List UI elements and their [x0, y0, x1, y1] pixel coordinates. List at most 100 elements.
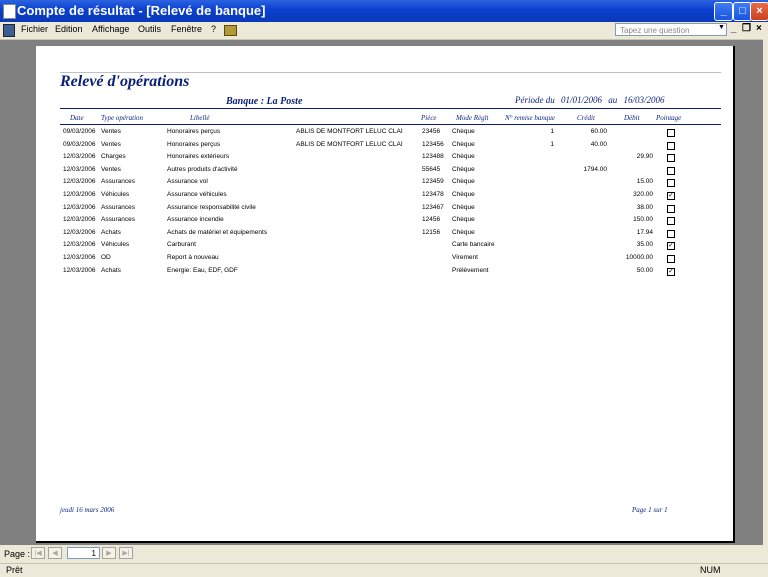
cell-date: 12/03/2006	[63, 178, 96, 186]
cell-type: Charges	[101, 153, 126, 161]
cell-date: 12/03/2006	[63, 266, 96, 274]
previous-page-button[interactable]: ◀	[48, 547, 62, 559]
pointage-checkbox[interactable]	[667, 179, 675, 188]
pointage-checkbox[interactable]	[667, 217, 675, 226]
pointage-checkbox[interactable]	[667, 166, 675, 175]
cell-piece: 23456	[422, 128, 441, 135]
cell-mode: Virement	[452, 254, 478, 261]
pointage-checkbox[interactable]	[667, 129, 675, 137]
menu-outils[interactable]: Outils	[138, 24, 161, 34]
pointage-checkbox[interactable]: ✓	[667, 267, 675, 276]
first-page-button[interactable]: |◀	[31, 547, 45, 559]
cell-type: Achats	[101, 228, 121, 236]
table-row: 12/03/2006 Assurances Assurance responsabi…	[36, 204, 733, 216]
cell-debit: 320.00	[633, 191, 653, 198]
cell-credit: 40.00	[590, 140, 607, 148]
menu-affichage[interactable]: Affichage	[92, 24, 129, 34]
document-restore-button[interactable]: ❐	[742, 23, 751, 34]
period-label: Période du 01/01/2006 au 16/03/2006	[515, 95, 669, 105]
cell-date: 12/03/2006	[63, 203, 96, 211]
cell-remise: 1	[550, 128, 554, 135]
cell-debit: 17.94	[636, 228, 653, 236]
column-header-divider	[60, 124, 721, 125]
column-header-debit: Débit	[624, 114, 640, 122]
menu-help[interactable]: ?	[211, 24, 216, 34]
cell-type: Assurances	[101, 203, 135, 211]
cell-mode: Chèque	[452, 228, 475, 236]
access-app-icon[interactable]	[3, 4, 16, 19]
toolbox-icon[interactable]	[224, 25, 237, 36]
cell-date: 12/03/2006	[63, 241, 96, 249]
cell-piece: 123459	[422, 178, 444, 186]
next-page-button[interactable]: ▶	[102, 547, 116, 559]
period-prefix: Période du	[515, 95, 555, 105]
close-button[interactable]: ×	[750, 2, 768, 21]
cell-piece: 123456	[422, 140, 444, 148]
cell-mode: Prélèvement	[452, 266, 489, 274]
cell-type: OD	[101, 254, 111, 261]
cell-tiers: ABLIS DE MONTFORT LELUC CLAI	[296, 128, 403, 135]
pointage-checkbox[interactable]	[667, 255, 675, 263]
document-minimize-button[interactable]: _	[731, 23, 737, 34]
question-input[interactable]: Tapez une question	[615, 23, 727, 36]
cell-remise: 1	[550, 140, 554, 148]
cell-mode: Chèque	[452, 216, 475, 224]
menu-edition[interactable]: Edition	[55, 24, 83, 34]
cell-date: 12/03/2006	[63, 228, 96, 236]
cell-libelle: Assurance incendie	[167, 216, 224, 224]
cell-libelle: Assurance véhicules	[167, 191, 227, 198]
header-divider	[60, 108, 721, 109]
pointage-checkbox[interactable]: ✓	[667, 192, 675, 200]
status-bar: Prêt NUM	[0, 563, 768, 577]
table-row: 12/03/2006 OD Report à nouveau Virement 1000…	[36, 254, 733, 266]
cell-debit: 15.00	[636, 178, 653, 186]
cell-type: Ventes	[101, 128, 121, 135]
cell-libelle: Report à nouveau	[167, 254, 219, 261]
cell-date: 12/03/2006	[63, 254, 96, 261]
menu-fenetre[interactable]: Fenêtre	[171, 24, 202, 34]
cell-debit: 150.00	[633, 216, 653, 224]
pointage-checkbox[interactable]	[667, 154, 675, 163]
page-label: Page :	[4, 549, 31, 559]
cell-libelle: Honoraires extérieurs	[167, 153, 230, 161]
table-row: 12/03/2006 Achats Energie: Eau, EDF, GDF Pr…	[36, 267, 733, 279]
table-row: 12/03/2006 Charges Honoraires extérieurs 12…	[36, 153, 733, 165]
cell-credit: 60.00	[590, 128, 607, 135]
column-header-type: Type opération	[101, 114, 144, 122]
cell-mode: Chèque	[452, 140, 475, 148]
minimize-button[interactable]: _	[714, 2, 733, 21]
cell-date: 12/03/2006	[63, 165, 96, 173]
document-close-button[interactable]: ×	[756, 23, 762, 34]
cell-debit: 50.00	[636, 266, 653, 274]
footer-page-number: Page 1 sur 1	[632, 506, 668, 514]
pointage-checkbox[interactable]	[667, 229, 675, 238]
pointage-checkbox[interactable]	[667, 141, 675, 150]
column-header-pointage: Pointage	[656, 114, 682, 122]
period-separator: au	[608, 95, 618, 105]
menu-fichier[interactable]: Fichier	[21, 24, 48, 34]
pointage-checkbox[interactable]: ✓	[667, 242, 675, 251]
page-number-input[interactable]: 1	[67, 547, 100, 559]
report-title: Relevé d'opérations	[60, 73, 190, 90]
column-header-libelle: Libellé	[190, 114, 210, 122]
table-row: 12/03/2006 Véhicules Carburant Carte bancai…	[36, 241, 733, 253]
cell-libelle: Achats de matériel et équipements	[167, 228, 268, 236]
cell-libelle: Honoraires perçus	[167, 140, 221, 148]
cell-mode: Chèque	[452, 128, 475, 135]
cell-libelle: Assurance vol	[167, 178, 208, 186]
report-page: Relevé d'opérations Banque : La Poste Pé…	[36, 46, 735, 543]
cell-tiers: ABLIS DE MONTFORT LELUC CLAI	[296, 140, 403, 148]
document-icon[interactable]	[3, 24, 15, 37]
last-page-button[interactable]: ▶|	[119, 547, 133, 559]
cell-mode: Chèque	[452, 191, 475, 198]
cell-piece: 12456	[422, 216, 441, 224]
pointage-checkbox[interactable]	[667, 204, 675, 213]
cell-type: Ventes	[101, 165, 121, 173]
question-dropdown-icon[interactable]: ▼	[718, 24, 725, 31]
footer-date: jeudi 16 mars 2006	[60, 506, 115, 514]
column-header-remise: N° remise banque	[505, 114, 555, 122]
cell-type: Assurances	[101, 178, 135, 186]
cell-piece: 123478	[422, 191, 444, 198]
cell-debit: 35.00	[636, 241, 653, 249]
cell-date: 12/03/2006	[63, 191, 96, 198]
